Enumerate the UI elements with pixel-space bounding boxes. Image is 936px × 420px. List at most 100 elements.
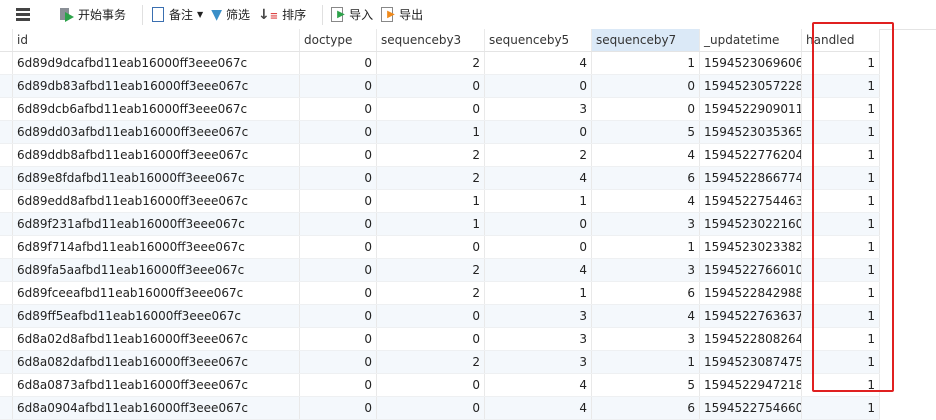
cell-sequenceby7[interactable]: 5 bbox=[592, 121, 700, 143]
cell-updatetime[interactable]: 1594522754660 bbox=[700, 397, 802, 419]
cell-updatetime[interactable]: 1594522947218 bbox=[700, 374, 802, 396]
table-row[interactable]: 6d89fa5aafbd11eab16000ff3eee067c 0 2 4 3 1594… bbox=[0, 259, 880, 282]
row-selector-header[interactable] bbox=[0, 29, 13, 51]
row-selector[interactable] bbox=[0, 52, 13, 74]
cell-sequenceby5[interactable]: 0 bbox=[485, 213, 592, 235]
filter-button[interactable]: ▼ 筛选 bbox=[211, 6, 250, 23]
cell-id[interactable]: 6d89db83afbd11eab16000ff3eee067c bbox=[13, 75, 300, 97]
cell-updatetime[interactable]: 1594522763637 bbox=[700, 305, 802, 327]
cell-doctype[interactable]: 0 bbox=[300, 121, 377, 143]
cell-sequenceby7[interactable]: 5 bbox=[592, 374, 700, 396]
cell-id[interactable]: 6d89ff5eafbd11eab16000ff3eee067c bbox=[13, 305, 300, 327]
cell-id[interactable]: 6d8a02d8afbd11eab16000ff3eee067c bbox=[13, 328, 300, 350]
note-button[interactable]: 备注 ▼ bbox=[151, 6, 203, 23]
cell-id[interactable]: 6d89fa5aafbd11eab16000ff3eee067c bbox=[13, 259, 300, 281]
cell-sequenceby5[interactable]: 0 bbox=[485, 236, 592, 258]
table-row[interactable]: 6d89dd03afbd11eab16000ff3eee067c 0 1 0 5 1594… bbox=[0, 121, 880, 144]
table-row[interactable]: 6d8a082dafbd11eab16000ff3eee067c 0 2 3 1 1594… bbox=[0, 351, 880, 374]
dropdown-icon[interactable]: ▼ bbox=[197, 10, 203, 19]
cell-sequenceby3[interactable]: 2 bbox=[377, 144, 485, 166]
row-selector[interactable] bbox=[0, 328, 13, 350]
cell-sequenceby7[interactable]: 1 bbox=[592, 52, 700, 74]
cell-sequenceby7[interactable]: 0 bbox=[592, 75, 700, 97]
cell-sequenceby3[interactable]: 0 bbox=[377, 98, 485, 120]
menu-icon[interactable] bbox=[16, 8, 30, 21]
cell-sequenceby3[interactable]: 1 bbox=[377, 213, 485, 235]
row-selector[interactable] bbox=[0, 351, 13, 373]
table-row[interactable]: 6d89d9dcafbd11eab16000ff3eee067c 0 2 4 1 1594… bbox=[0, 52, 880, 75]
cell-updatetime[interactable]: 1594522808264 bbox=[700, 328, 802, 350]
cell-sequenceby3[interactable]: 0 bbox=[377, 374, 485, 396]
cell-sequenceby3[interactable]: 2 bbox=[377, 167, 485, 189]
import-button[interactable]: ▶ 导入 bbox=[331, 6, 373, 23]
cell-id[interactable]: 6d89fceeafbd11eab16000ff3eee067c bbox=[13, 282, 300, 304]
cell-sequenceby3[interactable]: 2 bbox=[377, 52, 485, 74]
cell-sequenceby3[interactable]: 2 bbox=[377, 351, 485, 373]
cell-sequenceby5[interactable]: 4 bbox=[485, 52, 592, 74]
column-header-id[interactable]: id bbox=[13, 29, 300, 51]
begin-transaction-button[interactable]: 开始事务 bbox=[60, 6, 126, 23]
table-row[interactable]: 6d89fceeafbd11eab16000ff3eee067c 0 2 1 6 1594… bbox=[0, 282, 880, 305]
cell-sequenceby5[interactable]: 1 bbox=[485, 190, 592, 212]
cell-updatetime[interactable]: 1594522842988 bbox=[700, 282, 802, 304]
cell-sequenceby5[interactable]: 4 bbox=[485, 397, 592, 419]
cell-sequenceby5[interactable]: 3 bbox=[485, 98, 592, 120]
table-row[interactable]: 6d8a0904afbd11eab16000ff3eee067c 0 0 4 6 1594… bbox=[0, 397, 880, 420]
row-selector[interactable] bbox=[0, 236, 13, 258]
cell-doctype[interactable]: 0 bbox=[300, 75, 377, 97]
cell-sequenceby3[interactable]: 0 bbox=[377, 75, 485, 97]
cell-sequenceby7[interactable]: 4 bbox=[592, 144, 700, 166]
cell-id[interactable]: 6d8a0873afbd11eab16000ff3eee067c bbox=[13, 374, 300, 396]
cell-sequenceby3[interactable]: 0 bbox=[377, 397, 485, 419]
cell-sequenceby7[interactable]: 1 bbox=[592, 351, 700, 373]
cell-doctype[interactable]: 0 bbox=[300, 144, 377, 166]
cell-doctype[interactable]: 0 bbox=[300, 259, 377, 281]
cell-sequenceby5[interactable]: 0 bbox=[485, 75, 592, 97]
cell-updatetime[interactable]: 1594523069606 bbox=[700, 52, 802, 74]
cell-id[interactable]: 6d89ddb8afbd11eab16000ff3eee067c bbox=[13, 144, 300, 166]
column-header-sequenceby7[interactable]: sequenceby7 bbox=[592, 29, 700, 51]
cell-id[interactable]: 6d89f231afbd11eab16000ff3eee067c bbox=[13, 213, 300, 235]
cell-sequenceby5[interactable]: 3 bbox=[485, 351, 592, 373]
cell-doctype[interactable]: 0 bbox=[300, 167, 377, 189]
row-selector[interactable] bbox=[0, 167, 13, 189]
cell-doctype[interactable]: 0 bbox=[300, 282, 377, 304]
table-row[interactable]: 6d8a02d8afbd11eab16000ff3eee067c 0 0 3 3 1594… bbox=[0, 328, 880, 351]
cell-id[interactable]: 6d89dd03afbd11eab16000ff3eee067c bbox=[13, 121, 300, 143]
column-header-sequenceby5[interactable]: sequenceby5 bbox=[485, 29, 592, 51]
column-header-sequenceby3[interactable]: sequenceby3 bbox=[377, 29, 485, 51]
cell-doctype[interactable]: 0 bbox=[300, 397, 377, 419]
cell-sequenceby5[interactable]: 4 bbox=[485, 259, 592, 281]
cell-id[interactable]: 6d8a0904afbd11eab16000ff3eee067c bbox=[13, 397, 300, 419]
row-selector[interactable] bbox=[0, 98, 13, 120]
cell-sequenceby7[interactable]: 3 bbox=[592, 328, 700, 350]
cell-sequenceby7[interactable]: 6 bbox=[592, 282, 700, 304]
cell-sequenceby3[interactable]: 0 bbox=[377, 236, 485, 258]
cell-id[interactable]: 6d89edd8afbd11eab16000ff3eee067c bbox=[13, 190, 300, 212]
cell-id[interactable]: 6d89f714afbd11eab16000ff3eee067c bbox=[13, 236, 300, 258]
cell-updatetime[interactable]: 1594523087475 bbox=[700, 351, 802, 373]
row-selector[interactable] bbox=[0, 213, 13, 235]
row-selector[interactable] bbox=[0, 305, 13, 327]
cell-sequenceby7[interactable]: 4 bbox=[592, 305, 700, 327]
export-button[interactable]: ▶ 导出 bbox=[381, 6, 423, 23]
cell-doctype[interactable]: 0 bbox=[300, 374, 377, 396]
cell-sequenceby5[interactable]: 4 bbox=[485, 374, 592, 396]
table-row[interactable]: 6d89f231afbd11eab16000ff3eee067c 0 1 0 3 1594… bbox=[0, 213, 880, 236]
cell-doctype[interactable]: 0 bbox=[300, 190, 377, 212]
cell-sequenceby3[interactable]: 0 bbox=[377, 328, 485, 350]
cell-updatetime[interactable]: 1594523057228 bbox=[700, 75, 802, 97]
cell-sequenceby5[interactable]: 0 bbox=[485, 121, 592, 143]
cell-doctype[interactable]: 0 bbox=[300, 98, 377, 120]
cell-sequenceby7[interactable]: 6 bbox=[592, 167, 700, 189]
row-selector[interactable] bbox=[0, 397, 13, 419]
cell-sequenceby5[interactable]: 3 bbox=[485, 305, 592, 327]
cell-sequenceby3[interactable]: 2 bbox=[377, 259, 485, 281]
cell-id[interactable]: 6d89e8fdafbd11eab16000ff3eee067c bbox=[13, 167, 300, 189]
cell-doctype[interactable]: 0 bbox=[300, 52, 377, 74]
row-selector[interactable] bbox=[0, 121, 13, 143]
cell-id[interactable]: 6d89d9dcafbd11eab16000ff3eee067c bbox=[13, 52, 300, 74]
cell-updatetime[interactable]: 1594523022160 bbox=[700, 213, 802, 235]
cell-sequenceby5[interactable]: 2 bbox=[485, 144, 592, 166]
cell-sequenceby5[interactable]: 1 bbox=[485, 282, 592, 304]
